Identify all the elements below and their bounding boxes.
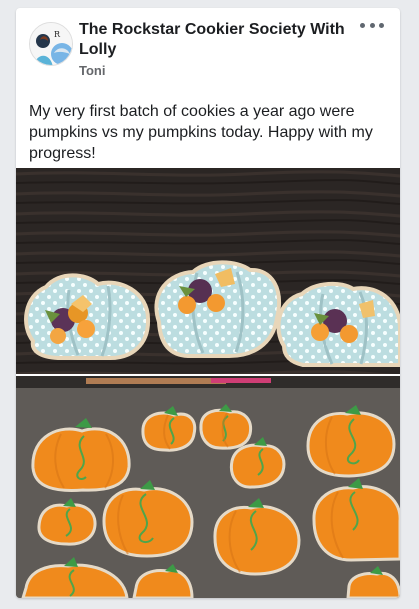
avatar-image: R [30,23,72,65]
post-text: My very first batch of cookies a year ag… [29,103,373,162]
blue-pumpkin-cookies-image [16,168,400,374]
more-options-icon[interactable] [360,18,384,32]
svg-text:R: R [54,30,61,39]
group-name-link[interactable]: The Rockstar Cookier Society With Lolly [79,20,361,60]
post-header: R The Rockstar Cookier Society With Loll… [16,8,400,88]
post-card: R The Rockstar Cookier Society With Loll… [16,8,400,598]
group-avatar[interactable]: R [29,22,73,66]
post-photo-orange-pumpkins[interactable] [16,376,400,598]
author-name[interactable]: Toni [79,63,105,78]
post-photo-blue-pumpkins[interactable] [16,168,400,374]
orange-pumpkin-cookies-image [16,376,400,598]
